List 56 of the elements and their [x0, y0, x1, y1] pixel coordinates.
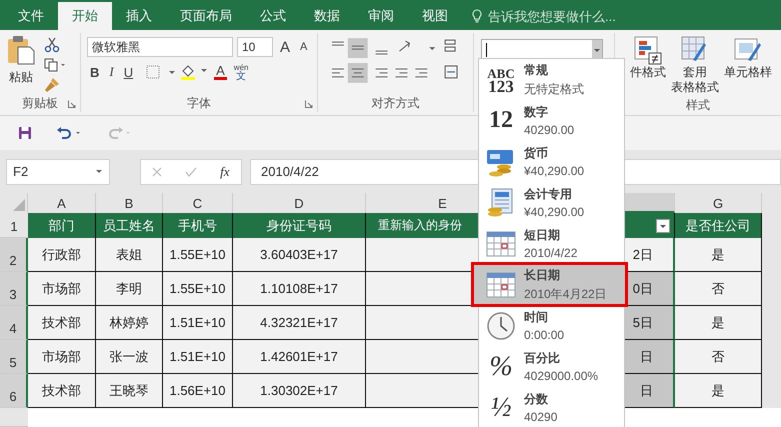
table-cell: 1.30302E+17: [233, 374, 366, 408]
group-label: 对齐方式: [372, 94, 420, 112]
format-name: 百分比: [524, 350, 561, 367]
format-sample: 4029000.00%: [524, 369, 598, 383]
format-sample: 0:00:00: [524, 328, 564, 342]
table-cell: 1.55E+10: [163, 272, 233, 306]
group-label: 剪贴板: [22, 95, 58, 112]
group-label: 字体: [187, 94, 211, 112]
header-cell: 手机号: [163, 213, 233, 238]
table-cell: 3.60403E+17: [233, 238, 366, 272]
table-cell: 林婷婷: [96, 306, 163, 340]
format-name: 长日期: [524, 266, 561, 284]
format-name: 常规: [524, 62, 549, 78]
format-sample: 40290.00: [524, 123, 574, 137]
table-cell: 1.55E+10: [163, 238, 233, 272]
table-cell: 1.42601E+17: [233, 340, 366, 374]
format-sample: ¥40,290.00: [524, 205, 584, 219]
number-icon: 12: [489, 107, 513, 134]
table-cell: 技术部: [28, 306, 96, 340]
fraction-icon: ½: [490, 392, 512, 424]
table-cell: 王晓琴: [96, 374, 163, 408]
format-name: 货币: [524, 145, 549, 162]
table-cell: 是: [675, 306, 762, 340]
table-cell: 是: [675, 238, 762, 272]
format-name: 时间: [524, 309, 549, 326]
table-cell: 1.56E+10: [163, 374, 233, 408]
table-cell: 技术部: [28, 374, 96, 408]
format-name: 短日期: [524, 227, 561, 244]
general-icon: ABC 123: [487, 66, 515, 92]
header-cell: 是否住公司: [675, 213, 762, 238]
table-cell: 4.32321E+17: [233, 306, 366, 340]
table-cell: 1.10108E+17: [233, 272, 366, 306]
table-cell: 市场部: [28, 340, 96, 374]
table-cell: 表姐: [96, 238, 163, 272]
format-sample: ¥40,290.00: [524, 164, 584, 178]
format-name: 分数: [524, 391, 549, 408]
header-cell: 身份证号码: [233, 213, 366, 238]
header-cell: 部门: [28, 213, 96, 238]
table-cell: 是: [675, 374, 762, 408]
format-sample: 40290: [524, 410, 558, 424]
header-cell: 员工姓名: [96, 213, 163, 238]
table-cell: 1.51E+10: [163, 306, 233, 340]
table-cell: 李明: [96, 272, 163, 306]
table-cell: 否: [675, 340, 762, 374]
table-cell: 张一波: [96, 340, 163, 374]
format-sample: 无特定格式: [524, 80, 584, 98]
group-label: 样式: [686, 97, 710, 112]
table-cell: 市场部: [28, 272, 96, 306]
format-name: 会计专用: [524, 186, 573, 203]
table-cell: 否: [675, 272, 762, 306]
table-cell: 行政部: [28, 238, 96, 272]
table-cell: 1.51E+10: [163, 340, 233, 374]
format-sample: 2010年4月22日: [524, 286, 607, 302]
format-sample: 2010/4/22: [524, 246, 578, 260]
format-name: 数字: [524, 104, 549, 121]
percent-icon: %: [489, 350, 513, 382]
